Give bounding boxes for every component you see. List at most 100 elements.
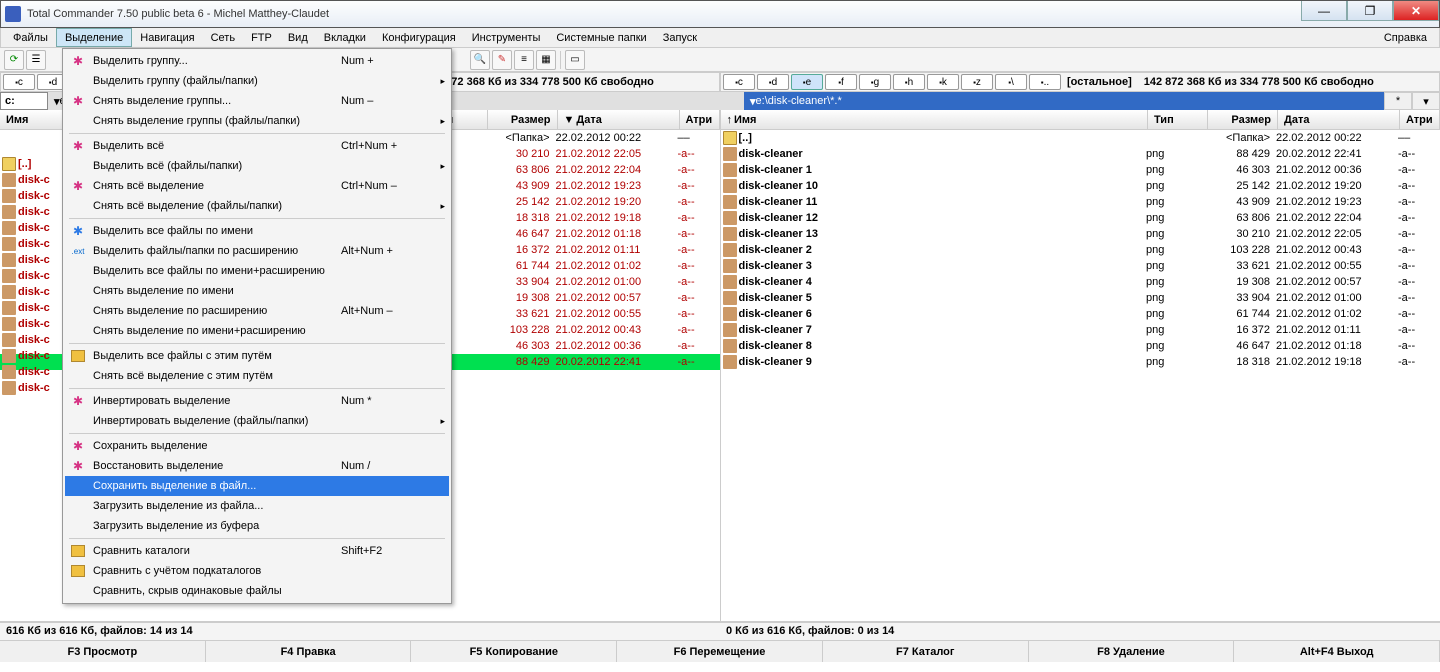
- menu-item[interactable]: ✱Инвертировать выделениеNum *: [65, 391, 449, 411]
- menu-инструменты[interactable]: Инструменты: [464, 28, 549, 47]
- file-row-stub[interactable]: disk-c: [0, 188, 62, 204]
- fkey-button[interactable]: Alt+F4 Выход: [1234, 641, 1440, 662]
- tool-icon-5[interactable]: ▭: [565, 50, 585, 70]
- menu-навигация[interactable]: Навигация: [132, 28, 202, 47]
- menu-item[interactable]: Загрузить выделение из файла...: [65, 496, 449, 516]
- menu-item[interactable]: ✱Восстановить выделениеNum /: [65, 456, 449, 476]
- menu-item[interactable]: .extВыделить файлы/папки по расширениюAl…: [65, 241, 449, 261]
- menu-item[interactable]: ✱Сохранить выделение: [65, 436, 449, 456]
- menu-системные папки[interactable]: Системные папки: [548, 28, 654, 47]
- file-row-stub[interactable]: disk-c: [0, 172, 62, 188]
- fkey-button[interactable]: F3 Просмотр: [0, 641, 206, 662]
- binoculars-icon[interactable]: 🔍: [470, 50, 490, 70]
- drive-z[interactable]: ▪z: [961, 74, 993, 90]
- file-row[interactable]: [..]<Папка>22.02.2012 00:22––: [721, 130, 1440, 146]
- menu-item[interactable]: ✱Выделить все файлы по имени: [65, 221, 449, 241]
- file-row-stub[interactable]: disk-c: [0, 284, 62, 300]
- menu-item[interactable]: ✱Выделить группу...Num +: [65, 51, 449, 71]
- tool-icon-3[interactable]: ≡: [514, 50, 534, 70]
- fkey-button[interactable]: F8 Удаление: [1029, 641, 1235, 662]
- drive-\[interactable]: ▪\: [995, 74, 1027, 90]
- menu-item[interactable]: ✱Снять выделение группы...Num –: [65, 91, 449, 111]
- menu-сеть[interactable]: Сеть: [203, 28, 243, 47]
- drive-h[interactable]: ▪h: [893, 74, 925, 90]
- menu-item[interactable]: Сравнить каталогиShift+F2: [65, 541, 449, 561]
- file-row[interactable]: disk-cleaner 3png33 62121.02.2012 00:55-…: [721, 258, 1440, 274]
- path-star-icon[interactable]: *: [1384, 92, 1412, 110]
- menu-item[interactable]: Сохранить выделение в файл...: [65, 476, 449, 496]
- menu-item[interactable]: Инвертировать выделение (файлы/папки)▸: [65, 411, 449, 431]
- drive-e[interactable]: ▪e: [791, 74, 823, 90]
- file-row-stub[interactable]: disk-c: [0, 236, 62, 252]
- right-file-list[interactable]: [..]<Папка>22.02.2012 00:22––disk-cleane…: [721, 130, 1440, 621]
- drive-g[interactable]: ▪g: [859, 74, 891, 90]
- file-row[interactable]: disk-cleaner 6png61 74421.02.2012 01:02-…: [721, 306, 1440, 322]
- refresh-icon[interactable]: ⟳: [4, 50, 24, 70]
- file-row-stub[interactable]: disk-c: [0, 348, 62, 364]
- fkey-button[interactable]: F4 Правка: [206, 641, 412, 662]
- file-row-stub[interactable]: [..]: [0, 156, 62, 172]
- tool-icon[interactable]: ☰: [26, 50, 46, 70]
- col-size[interactable]: Размер: [488, 110, 558, 129]
- col-date[interactable]: ▼Дата: [558, 110, 680, 129]
- menu-item[interactable]: Сравнить, скрыв одинаковые файлы: [65, 581, 449, 601]
- menu-item[interactable]: Сравнить с учётом подкаталогов: [65, 561, 449, 581]
- file-row[interactable]: disk-cleaner 8png46 64721.02.2012 01:18-…: [721, 338, 1440, 354]
- menu-выделение[interactable]: Выделение: [56, 28, 132, 47]
- menu-item[interactable]: Загрузить выделение из буфера: [65, 516, 449, 536]
- path-down-icon[interactable]: ▾: [1412, 92, 1440, 110]
- file-row-stub[interactable]: disk-c: [0, 332, 62, 348]
- col-attr[interactable]: Атри: [1400, 110, 1440, 129]
- drive-d[interactable]: ▪d: [757, 74, 789, 90]
- file-row[interactable]: disk-cleaner 7png16 37221.02.2012 01:11-…: [721, 322, 1440, 338]
- file-row[interactable]: disk-cleaner 13png30 21021.02.2012 22:05…: [721, 226, 1440, 242]
- menu-item[interactable]: ✱Снять всё выделениеCtrl+Num –: [65, 176, 449, 196]
- menu-вид[interactable]: Вид: [280, 28, 316, 47]
- menu-файлы[interactable]: Файлы: [5, 28, 56, 47]
- fkey-button[interactable]: F6 Перемещение: [617, 641, 823, 662]
- file-row[interactable]: disk-cleanerpng88 42920.02.2012 22:41-a-…: [721, 146, 1440, 162]
- menu-item[interactable]: Снять выделение по имени: [65, 281, 449, 301]
- file-row[interactable]: disk-cleaner 9png18 31821.02.2012 19:18-…: [721, 354, 1440, 370]
- file-row-stub[interactable]: disk-c: [0, 316, 62, 332]
- file-row-stub[interactable]: disk-c: [0, 252, 62, 268]
- file-row[interactable]: disk-cleaner 11png43 90921.02.2012 19:23…: [721, 194, 1440, 210]
- fkey-button[interactable]: F7 Каталог: [823, 641, 1029, 662]
- maximize-button[interactable]: ❐: [1347, 1, 1393, 21]
- col-type[interactable]: Тип: [1148, 110, 1208, 129]
- col-size[interactable]: Размер: [1208, 110, 1278, 129]
- tool-icon-4[interactable]: ▦: [536, 50, 556, 70]
- drive-..[interactable]: ▪..: [1029, 74, 1061, 90]
- menu-item[interactable]: Выделить все файлы с этим путём: [65, 346, 449, 366]
- menu-item[interactable]: Выделить все файлы по имени+расширению: [65, 261, 449, 281]
- right-path-bar[interactable]: ▾e:\disk-cleaner\*.*: [744, 92, 1384, 110]
- menu-вкладки[interactable]: Вкладки: [316, 28, 374, 47]
- fkey-button[interactable]: F5 Копирование: [411, 641, 617, 662]
- drive-c[interactable]: ▪c: [723, 74, 755, 90]
- file-row-stub[interactable]: disk-c: [0, 268, 62, 284]
- file-row-stub[interactable]: disk-c: [0, 204, 62, 220]
- file-row[interactable]: disk-cleaner 10png25 14221.02.2012 19:20…: [721, 178, 1440, 194]
- menu-item[interactable]: Снять выделение группы (файлы/папки)▸: [65, 111, 449, 131]
- tool-icon-2[interactable]: ✎: [492, 50, 512, 70]
- close-button[interactable]: ✕: [1393, 1, 1439, 21]
- file-row[interactable]: disk-cleaner 2png103 22821.02.2012 00:43…: [721, 242, 1440, 258]
- menu-item[interactable]: ✱Выделить всёCtrl+Num +: [65, 136, 449, 156]
- menu-запуск[interactable]: Запуск: [655, 28, 705, 47]
- col-name[interactable]: ↑Имя: [721, 110, 1149, 129]
- file-row-stub[interactable]: disk-c: [0, 300, 62, 316]
- file-row[interactable]: disk-cleaner 1png46 30321.02.2012 00:36-…: [721, 162, 1440, 178]
- menu-item[interactable]: Выделить группу (файлы/папки)▸: [65, 71, 449, 91]
- menu-item[interactable]: Снять выделение по имени+расширению: [65, 321, 449, 341]
- menu-help[interactable]: Справка: [1376, 28, 1435, 47]
- file-row-stub[interactable]: disk-c: [0, 220, 62, 236]
- menu-item[interactable]: Снять всё выделение (файлы/папки)▸: [65, 196, 449, 216]
- drive-k[interactable]: ▪k: [927, 74, 959, 90]
- menu-item[interactable]: Снять всё выделение с этим путём: [65, 366, 449, 386]
- col-attr[interactable]: Атри: [680, 110, 720, 129]
- file-row[interactable]: disk-cleaner 12png63 80621.02.2012 22:04…: [721, 210, 1440, 226]
- minimize-button[interactable]: ―: [1301, 1, 1347, 21]
- drive-c[interactable]: ▪c: [3, 74, 35, 90]
- file-row-stub[interactable]: disk-c: [0, 364, 62, 380]
- file-row[interactable]: disk-cleaner 4png19 30821.02.2012 00:57-…: [721, 274, 1440, 290]
